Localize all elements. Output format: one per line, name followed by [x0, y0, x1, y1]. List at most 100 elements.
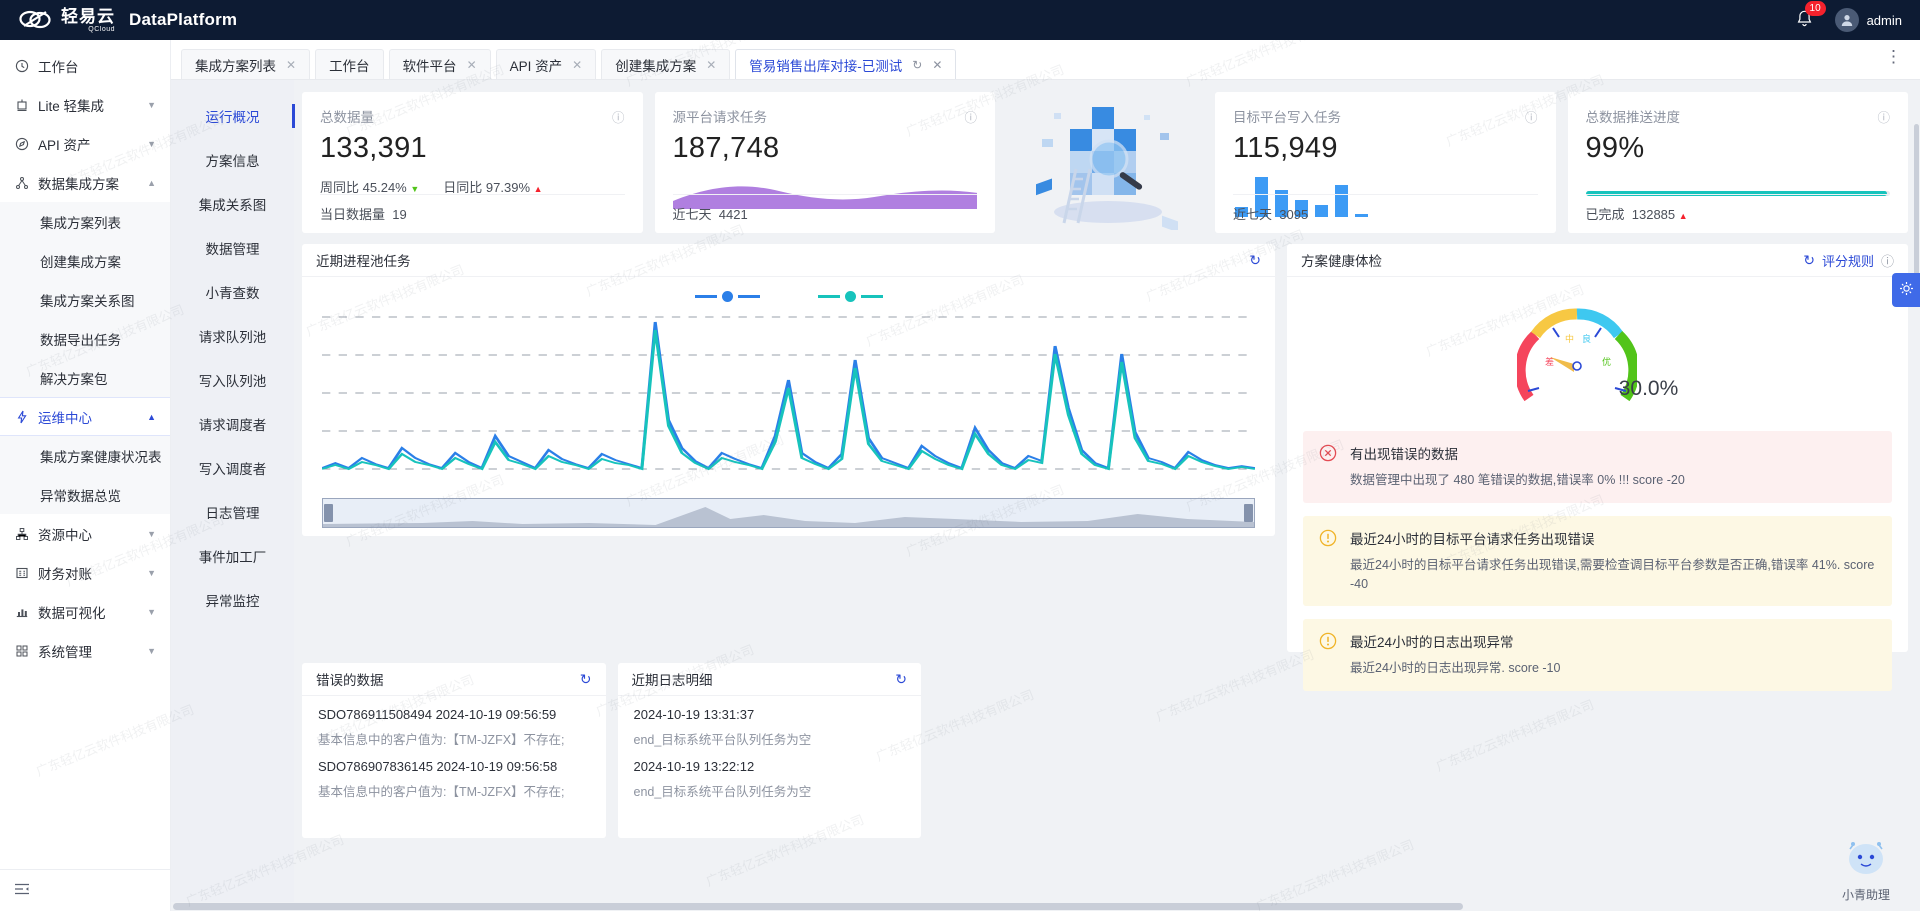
alert-title: 有出现错误的数据 — [1350, 447, 1458, 462]
sidebar-item-visualization[interactable]: 数据可视化 ▼ — [0, 592, 170, 631]
sidebar-item-system-management[interactable]: 系统管理 ▼ — [0, 631, 170, 670]
close-icon[interactable]: ✕ — [932, 58, 942, 72]
sidebar-item-data-integration[interactable]: 数据集成方案 ▲ — [0, 163, 170, 202]
subnav-item-abnormal-monitor[interactable]: 异常监控 — [171, 578, 294, 622]
info-circle-icon[interactable]: ⓘ — [1877, 107, 1890, 126]
delta-value: 45.24% — [362, 180, 407, 195]
close-icon[interactable]: ✕ — [706, 58, 716, 72]
list-item[interactable]: 2024-10-19 13:31:37 end_目标系统平台队列任务为空 — [618, 696, 922, 748]
alert-title: 最近24小时的目标平台请求任务出现错误 — [1350, 531, 1595, 547]
sidebar-item-lite[interactable]: Lite 轻集成 ▼ — [0, 85, 170, 124]
tab-create-scheme[interactable]: 创建集成方案 ✕ — [601, 49, 731, 79]
chevron-down-icon: ▼ — [147, 567, 156, 578]
line-chart-svg — [322, 316, 1255, 471]
list-item[interactable]: SDO786907836145 2024-10-19 09:56:58 基本信息… — [302, 748, 606, 800]
alert-target-request-error: 最近24小时的目标平台请求任务出现错误 最近24小时的目标平台请求任务出现错误,… — [1303, 515, 1892, 607]
list-item-desc: end_目标系统平台队列任务为空 — [633, 785, 812, 799]
chevron-down-icon: ▼ — [147, 528, 156, 539]
user-menu[interactable]: admin — [1834, 8, 1902, 32]
legend-item-request[interactable] — [694, 291, 760, 302]
legend-swatch — [817, 295, 840, 298]
subnav-item-xiaoqing-query[interactable]: 小青查数 — [171, 270, 294, 314]
refresh-icon[interactable]: ↻ — [1803, 252, 1815, 269]
tab-more-button[interactable]: ⋮ — [1885, 47, 1912, 73]
close-icon[interactable]: ✕ — [572, 58, 582, 72]
subnav-item-overview[interactable]: 运行概况 — [171, 94, 295, 138]
content-area: 运行概况 方案信息 集成关系图 数据管理 小青查数 请求队列池 写入队列池 请求… — [171, 80, 1920, 911]
assistant-label: 小青助理 — [1841, 888, 1890, 902]
legend-dot — [721, 291, 733, 302]
refresh-icon[interactable]: ↻ — [1249, 252, 1261, 269]
stat-footer: 近七天 3095 — [1233, 194, 1538, 223]
gauge-label-poor: 差 — [1545, 356, 1554, 367]
legend-dot — [844, 291, 856, 302]
tab-label: 创建集成方案 — [615, 58, 697, 74]
vertical-scrollbar[interactable] — [1913, 80, 1920, 911]
subnav-item-request-queue[interactable]: 请求队列池 — [171, 314, 294, 358]
tab-software-platform[interactable]: 软件平台 ✕ — [388, 49, 491, 79]
sidebar-item-abnormal-overview[interactable]: 异常数据总览 — [0, 475, 170, 514]
range-handle-right[interactable] — [1244, 504, 1253, 522]
list-item-desc: 基本信息中的客户值为:【TM-JZFX】不存在; — [318, 733, 565, 747]
settings-fab-button[interactable] — [1892, 273, 1920, 307]
tab-guanyi-sales-outbound[interactable]: 管易销售出库对接-已测试 ↻ ✕ — [735, 49, 957, 79]
sidebar-item-resource-center[interactable]: 资源中心 ▼ — [0, 514, 170, 553]
gauge-value: 30.0% — [1618, 377, 1679, 400]
close-icon[interactable]: ✕ — [467, 58, 477, 72]
sidebar-item-health-table[interactable]: 集成方案健康状况表 — [0, 436, 170, 475]
card-title: 近期进程池任务 — [316, 254, 411, 269]
card-title: 方案健康体检 — [1301, 254, 1382, 269]
sidebar-item-export-task[interactable]: 数据导出任务 — [0, 319, 170, 358]
sidebar-item-scheme-graph[interactable]: 集成方案关系图 — [0, 280, 170, 319]
sidebar-item-ops-center[interactable]: 运维中心 ▲ — [0, 397, 170, 436]
refresh-icon[interactable]: ↻ — [580, 671, 592, 688]
health-check-card: 方案健康体检 ↻ 评分规则 ⓘ 差 中 良 优 30.0% 有出现错误的数据 数… — [1287, 244, 1908, 691]
stat-footer-label: 已完成 — [1585, 207, 1625, 222]
subnav-item-write-queue[interactable]: 写入队列池 — [171, 358, 294, 402]
subnav-item-request-scheduler[interactable]: 请求调度者 — [171, 402, 294, 446]
reload-icon[interactable]: ↻ — [912, 58, 922, 72]
notifications-button[interactable]: 10 — [1796, 0, 1826, 31]
stat-footer-value: 132885 — [1631, 207, 1676, 222]
subnav-item-relation-graph[interactable]: 集成关系图 — [171, 182, 294, 226]
chevron-down-icon: ▼ — [147, 606, 156, 617]
assistant-widget[interactable]: 小青助理 — [1826, 839, 1906, 903]
legend-item-write[interactable] — [817, 291, 883, 302]
tab-workbench[interactable]: 工作台 — [315, 49, 384, 79]
info-circle-icon[interactable]: ⓘ — [612, 107, 625, 126]
horizontal-scrollbar[interactable] — [171, 902, 1920, 911]
info-circle-icon[interactable]: ⓘ — [964, 107, 977, 126]
sidebar-item-label: 数据集成方案 — [38, 176, 119, 192]
list-item[interactable]: 2024-10-19 13:22:12 end_目标系统平台队列任务为空 — [618, 748, 922, 800]
info-circle-icon[interactable]: ⓘ — [1525, 107, 1538, 126]
stat-value: 115,949 — [1233, 132, 1338, 164]
brand-logo[interactable]: 轻易云 QCloud — [18, 7, 115, 33]
tab-api-assets[interactable]: API 资产 ✕ — [495, 49, 597, 79]
question-circle-icon[interactable]: ⓘ — [1881, 251, 1894, 270]
stat-footer-value: 19 — [392, 207, 407, 222]
list-item-title: SDO786907836145 2024-10-19 09:56:58 — [318, 759, 558, 774]
subnav-item-log-management[interactable]: 日志管理 — [171, 490, 294, 534]
refresh-icon[interactable]: ↻ — [895, 671, 907, 688]
subnav-item-write-scheduler[interactable]: 写入调度者 — [171, 446, 294, 490]
warning-circle-icon — [1319, 631, 1337, 678]
scoring-rule-link[interactable]: 评分规则 — [1822, 251, 1874, 270]
sidebar-item-finance[interactable]: 财务对账 ▼ — [0, 553, 170, 592]
subnav-item-data-management[interactable]: 数据管理 — [171, 226, 294, 270]
chart-range-slider[interactable] — [322, 498, 1255, 528]
sidebar-item-create-scheme[interactable]: 创建集成方案 — [0, 241, 170, 280]
sidebar-collapse-button[interactable] — [0, 869, 170, 911]
list-item[interactable]: SDO786911508494 2024-10-19 09:56:59 基本信息… — [302, 696, 606, 748]
sidebar-item-label: 资源中心 — [38, 527, 92, 543]
list-item-title: 2024-10-19 13:31:37 — [633, 707, 755, 722]
subnav-item-scheme-info[interactable]: 方案信息 — [171, 138, 294, 182]
sidebar-item-workbench[interactable]: 工作台 — [0, 46, 170, 85]
subnav-item-event-factory[interactable]: 事件加工厂 — [171, 534, 294, 578]
collapse-icon — [14, 882, 30, 899]
close-icon[interactable]: ✕ — [286, 58, 296, 72]
sidebar-item-solution-pack[interactable]: 解决方案包 — [0, 358, 170, 397]
sidebar-item-api-assets[interactable]: API 资产 ▼ — [0, 124, 170, 163]
range-handle-left[interactable] — [324, 504, 333, 522]
sidebar-item-scheme-list[interactable]: 集成方案列表 — [0, 202, 170, 241]
tab-scheme-list[interactable]: 集成方案列表 ✕ — [181, 49, 311, 79]
